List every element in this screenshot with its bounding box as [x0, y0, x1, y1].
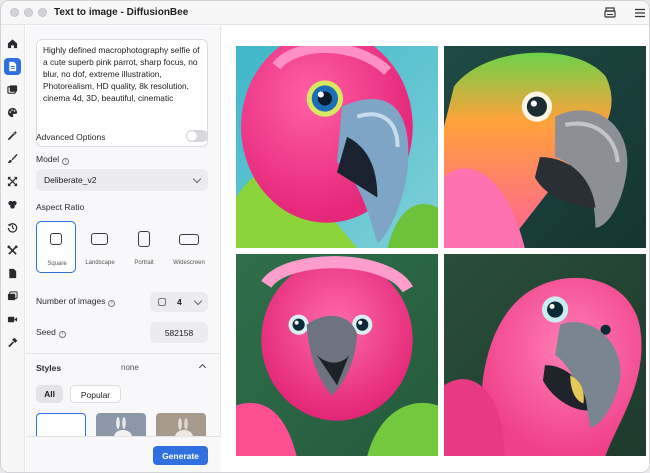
- image-count-icon: [158, 298, 166, 306]
- expand-icon[interactable]: [4, 173, 21, 190]
- palette-icon[interactable]: [4, 104, 21, 121]
- generated-image[interactable]: [236, 46, 438, 248]
- seed-label-text: Seed: [36, 327, 56, 337]
- number-of-images-value: 4: [177, 297, 182, 307]
- model-select[interactable]: Deliberate_v2: [36, 169, 208, 191]
- aspect-ratio-label: Aspect Ratio: [36, 202, 85, 212]
- navigation-iconbar: [1, 25, 25, 472]
- app-window: Text to image - DiffusionBee Highly defi…: [0, 0, 650, 473]
- seed-input[interactable]: 582158: [150, 322, 208, 343]
- section-divider: [26, 353, 221, 354]
- video-icon[interactable]: [4, 311, 21, 328]
- model-value: Deliberate_v2: [44, 175, 97, 185]
- aspect-option-landscape[interactable]: Landscape: [80, 221, 120, 273]
- number-of-images-select[interactable]: 4: [150, 292, 208, 312]
- toggle-knob: [187, 131, 197, 141]
- prompt-textarea[interactable]: Highly defined macrophotography selfie o…: [36, 39, 208, 147]
- styles-current-value: none: [121, 363, 139, 372]
- info-icon[interactable]: i: [62, 158, 70, 165]
- aspect-option-portrait[interactable]: Portrait: [124, 221, 164, 273]
- printer-icon[interactable]: [602, 5, 618, 21]
- text-to-image-icon[interactable]: [4, 58, 21, 75]
- advanced-options-label: Advanced Options: [36, 132, 106, 142]
- generated-images-gallery: [222, 26, 649, 472]
- model-label-text: Model: [36, 154, 60, 164]
- styles-tab-popular[interactable]: Popular: [70, 385, 121, 403]
- layers-icon[interactable]: [4, 196, 21, 213]
- advanced-options-toggle[interactable]: [186, 130, 208, 142]
- window-title: Text to image - DiffusionBee: [54, 7, 189, 18]
- styles-label: Styles: [36, 363, 62, 373]
- close-window-button[interactable]: [10, 8, 19, 17]
- panel-footer: Generate: [26, 436, 221, 472]
- model-label: Model i: [36, 154, 70, 165]
- chevron-down-icon: [192, 174, 202, 184]
- aspect-option-square[interactable]: Square: [36, 221, 76, 273]
- aspect-option-label: Widescreen: [173, 260, 205, 266]
- zoom-window-button[interactable]: [38, 8, 47, 17]
- chevron-up-icon[interactable]: [198, 363, 207, 372]
- chevron-down-icon: [193, 296, 203, 306]
- document-icon[interactable]: [4, 265, 21, 282]
- number-of-images-text: Number of images: [36, 296, 106, 306]
- info-icon[interactable]: i: [58, 331, 66, 338]
- styles-tab-all[interactable]: All: [36, 385, 63, 403]
- aspect-option-widescreen[interactable]: Widescreen: [169, 221, 209, 273]
- number-of-images-label: Number of images i: [36, 296, 116, 307]
- magic-wand-icon[interactable]: [4, 127, 21, 144]
- tools-icon[interactable]: [4, 242, 21, 259]
- menu-icon[interactable]: [632, 5, 648, 21]
- gallery-icon[interactable]: [4, 288, 21, 305]
- generated-image[interactable]: [444, 46, 646, 248]
- generated-image[interactable]: [236, 254, 438, 456]
- settings-panel: Highly defined macrophotography selfie o…: [26, 26, 221, 472]
- generated-image[interactable]: [444, 254, 646, 456]
- hammer-icon[interactable]: [4, 334, 21, 351]
- title-bar: Text to image - DiffusionBee: [1, 1, 649, 25]
- landscape-shape-icon: [91, 233, 108, 245]
- generate-button[interactable]: Generate: [153, 446, 208, 465]
- minimize-window-button[interactable]: [24, 8, 33, 17]
- square-shape-icon: [50, 233, 62, 245]
- portrait-shape-icon: [138, 231, 150, 247]
- widescreen-shape-icon: [179, 234, 199, 245]
- brush-icon[interactable]: [4, 150, 21, 167]
- seed-label: Seed i: [36, 327, 66, 338]
- info-icon[interactable]: i: [108, 300, 116, 307]
- image-to-image-icon[interactable]: [4, 81, 21, 98]
- history-icon[interactable]: [4, 219, 21, 236]
- home-icon[interactable]: [4, 35, 21, 52]
